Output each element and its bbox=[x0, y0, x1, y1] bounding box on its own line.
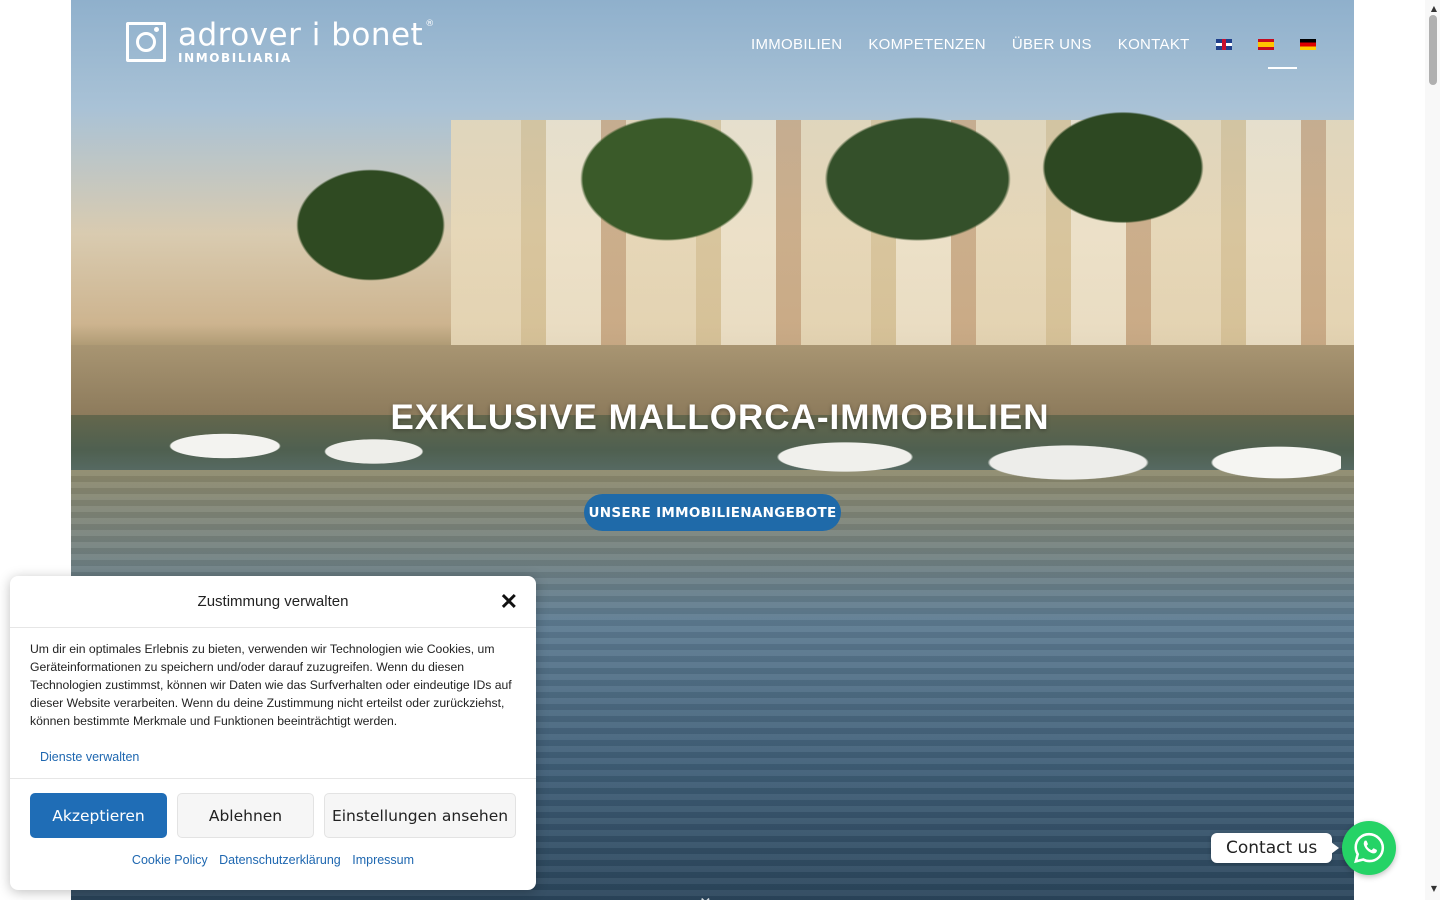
hero-title: EXKLUSIVE MALLORCA-IMMOBILIEN bbox=[390, 398, 1050, 437]
close-icon[interactable]: ✕ bbox=[500, 591, 518, 613]
cookie-title: Zustimmung verwalten bbox=[197, 593, 349, 610]
flag-de-icon[interactable] bbox=[1299, 39, 1316, 50]
nav-ueber-uns[interactable]: ÜBER UNS bbox=[1012, 36, 1092, 53]
scroll-down-icon[interactable]: ▼ bbox=[1431, 884, 1437, 893]
nav-immobilien[interactable]: IMMOBILIEN bbox=[751, 36, 842, 53]
privacy-policy-link[interactable]: Datenschutzerklärung bbox=[219, 853, 341, 867]
hero-trees bbox=[211, 110, 1351, 340]
flag-es-icon[interactable] bbox=[1257, 39, 1274, 50]
scrollbar-thumb[interactable] bbox=[1429, 15, 1437, 85]
cookie-divider bbox=[10, 778, 536, 779]
hero-cta-button[interactable]: UNSERE IMMOBILIENANGEBOTE bbox=[584, 494, 841, 531]
nav-kompetenzen[interactable]: KOMPETENZEN bbox=[868, 36, 985, 53]
cookie-header: Zustimmung verwalten ✕ bbox=[10, 576, 536, 628]
flag-en-icon[interactable] bbox=[1215, 39, 1232, 50]
imprint-link[interactable]: Impressum bbox=[352, 853, 414, 867]
cookie-links: Cookie Policy Datenschutzerklärung Impre… bbox=[10, 853, 536, 867]
whatsapp-button[interactable] bbox=[1342, 821, 1396, 875]
contact-us-label[interactable]: Contact us bbox=[1211, 833, 1340, 863]
manage-services-link[interactable]: Dienste verwalten bbox=[40, 748, 516, 766]
cookie-text: Um dir ein optimales Erlebnis zu bieten,… bbox=[30, 642, 512, 728]
deny-button[interactable]: Ablehnen bbox=[177, 793, 314, 838]
page-scrollbar[interactable]: ▲ ▼ bbox=[1425, 0, 1440, 900]
logo-name: adrover i bonet bbox=[178, 17, 424, 53]
cookie-buttons: Akzeptieren Ablehnen Einstellungen anseh… bbox=[30, 793, 516, 838]
site-logo[interactable]: adrover i bonet ® INMOBILIARIA bbox=[126, 20, 435, 64]
cookie-policy-link[interactable]: Cookie Policy bbox=[132, 853, 208, 867]
logo-subtitle: INMOBILIARIA bbox=[178, 51, 292, 65]
accept-button[interactable]: Akzeptieren bbox=[30, 793, 167, 838]
chevron-down-icon[interactable]: ⌄ bbox=[697, 884, 714, 900]
view-preferences-button[interactable]: Einstellungen ansehen bbox=[324, 793, 516, 838]
main-nav: IMMOBILIEN KOMPETENZEN ÜBER UNS KONTAKT bbox=[751, 36, 1316, 53]
nav-kontakt[interactable]: KONTAKT bbox=[1118, 36, 1190, 53]
scroll-up-icon[interactable]: ▲ bbox=[1431, 4, 1437, 13]
cookie-consent-dialog: Zustimmung verwalten ✕ Um dir ein optima… bbox=[10, 576, 536, 890]
cookie-body: Um dir ein optimales Erlebnis zu bieten,… bbox=[10, 628, 536, 766]
logo-registered: ® bbox=[425, 19, 435, 29]
page: adrover i bonet ® INMOBILIARIA IMMOBILIEN… bbox=[0, 0, 1440, 900]
whatsapp-icon bbox=[1354, 832, 1385, 864]
active-language-indicator bbox=[1268, 67, 1297, 69]
logo-icon bbox=[126, 22, 166, 62]
